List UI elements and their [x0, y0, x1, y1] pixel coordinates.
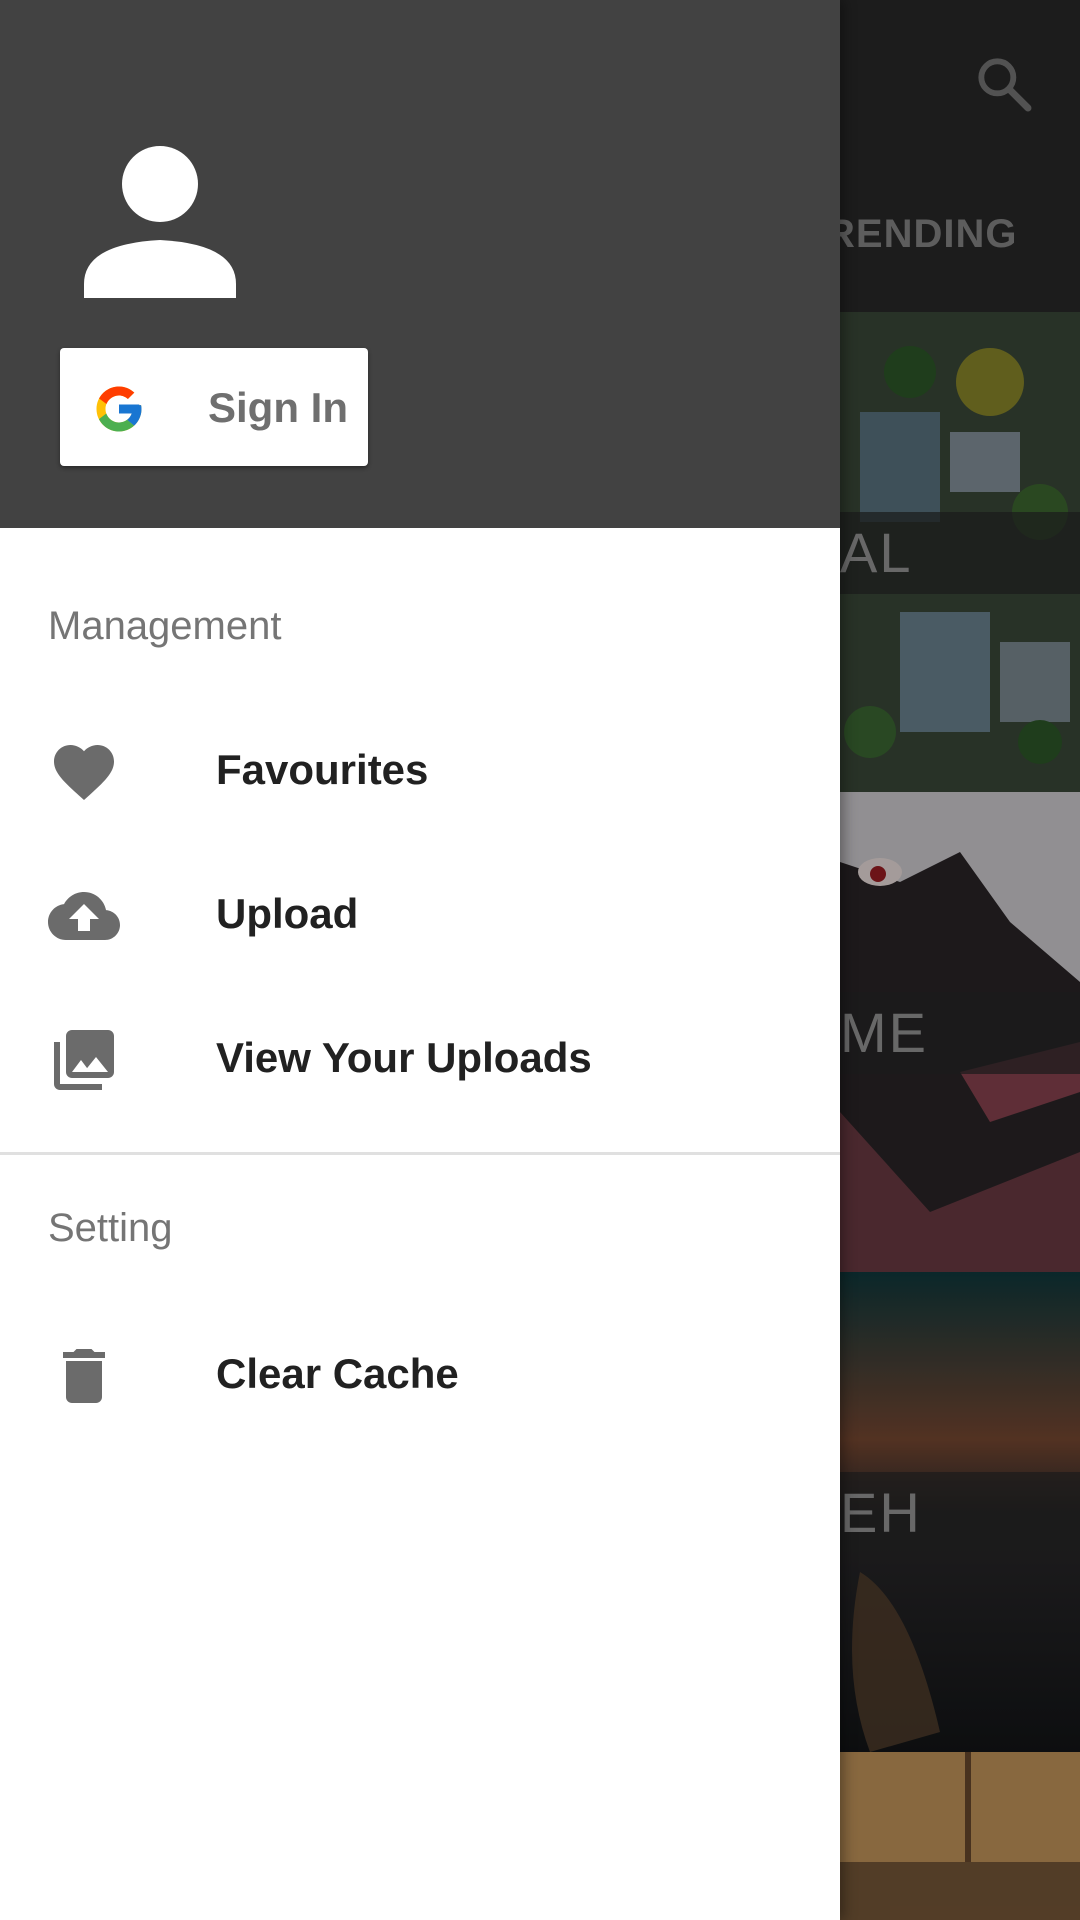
menu-label: Upload: [216, 890, 359, 937]
navigation-drawer: Sign In Management Favourites Upload Vie…: [0, 0, 840, 1920]
heart-icon: [54, 745, 114, 801]
photo-library-icon: [54, 1030, 114, 1090]
google-logo-icon: [96, 386, 142, 432]
google-sign-in-button[interactable]: Sign In: [60, 348, 368, 466]
drawer-header: Sign In: [0, 0, 840, 528]
section-title-management: Management: [48, 604, 282, 648]
cloud-upload-icon: [48, 892, 120, 940]
menu-label: View Your Uploads: [216, 1034, 592, 1081]
menu-item-upload[interactable]: Upload: [0, 852, 840, 972]
menu-label: Favourites: [216, 746, 429, 793]
sign-in-label: Sign In: [208, 384, 348, 431]
trash-icon: [63, 1349, 105, 1403]
section-divider: [0, 1152, 840, 1155]
menu-item-view-your-uploads[interactable]: View Your Uploads: [0, 996, 840, 1116]
menu-label: Clear Cache: [216, 1350, 459, 1397]
menu-item-favourites[interactable]: Favourites: [0, 708, 840, 828]
menu-item-clear-cache[interactable]: Clear Cache: [0, 1312, 840, 1432]
section-title-setting: Setting: [48, 1206, 173, 1250]
avatar-placeholder-icon: [84, 146, 236, 298]
